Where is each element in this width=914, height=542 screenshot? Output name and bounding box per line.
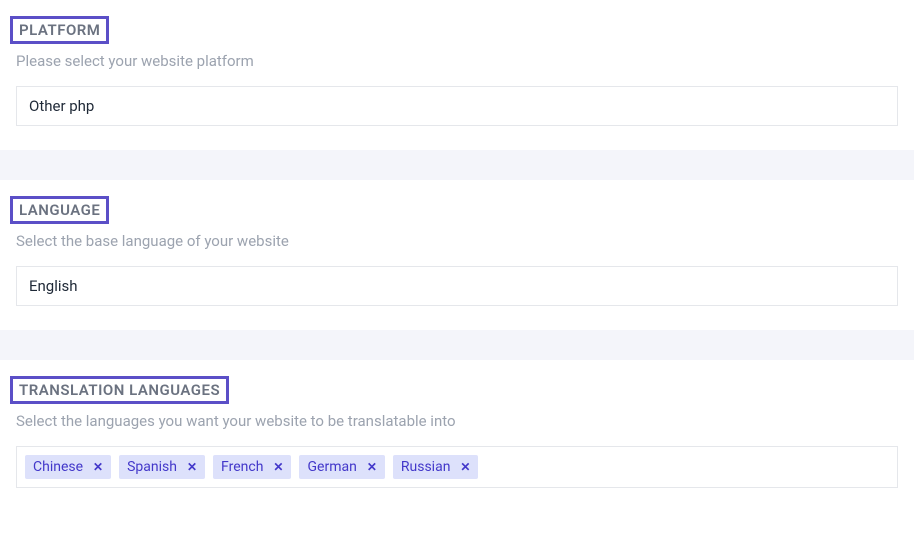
language-tag: Russian ✕: [393, 455, 479, 479]
translation-languages-title: TRANSLATION LANGUAGES: [10, 376, 229, 404]
translation-languages-section: TRANSLATION LANGUAGES Select the languag…: [0, 360, 914, 512]
close-icon[interactable]: ✕: [187, 461, 197, 473]
close-icon[interactable]: ✕: [367, 461, 377, 473]
language-section: LANGUAGE Select the base language of you…: [0, 180, 914, 330]
language-selected-value: English: [29, 277, 78, 295]
section-divider: [0, 150, 914, 180]
close-icon[interactable]: ✕: [93, 461, 103, 473]
platform-title: PLATFORM: [10, 16, 109, 44]
platform-section: PLATFORM Please select your website plat…: [0, 0, 914, 150]
translation-languages-description: Select the languages you want your websi…: [16, 412, 898, 430]
section-divider: [0, 330, 914, 360]
platform-select[interactable]: Other php: [16, 86, 898, 126]
platform-description: Please select your website platform: [16, 52, 898, 70]
translation-languages-input[interactable]: Chinese ✕ Spanish ✕ French ✕ German ✕ Ru…: [16, 446, 898, 488]
language-description: Select the base language of your website: [16, 232, 898, 250]
tag-label: German: [307, 459, 356, 475]
language-tag: French ✕: [213, 455, 291, 479]
tag-label: Spanish: [127, 459, 177, 475]
language-tag: German ✕: [299, 455, 384, 479]
platform-selected-value: Other php: [29, 97, 94, 115]
tag-label: Chinese: [33, 459, 83, 475]
language-tag: Chinese ✕: [25, 455, 111, 479]
tag-label: French: [221, 459, 263, 475]
tag-label: Russian: [401, 459, 451, 475]
close-icon[interactable]: ✕: [273, 461, 283, 473]
close-icon[interactable]: ✕: [460, 461, 470, 473]
language-title: LANGUAGE: [10, 196, 109, 224]
language-select[interactable]: English: [16, 266, 898, 306]
language-tag: Spanish ✕: [119, 455, 205, 479]
